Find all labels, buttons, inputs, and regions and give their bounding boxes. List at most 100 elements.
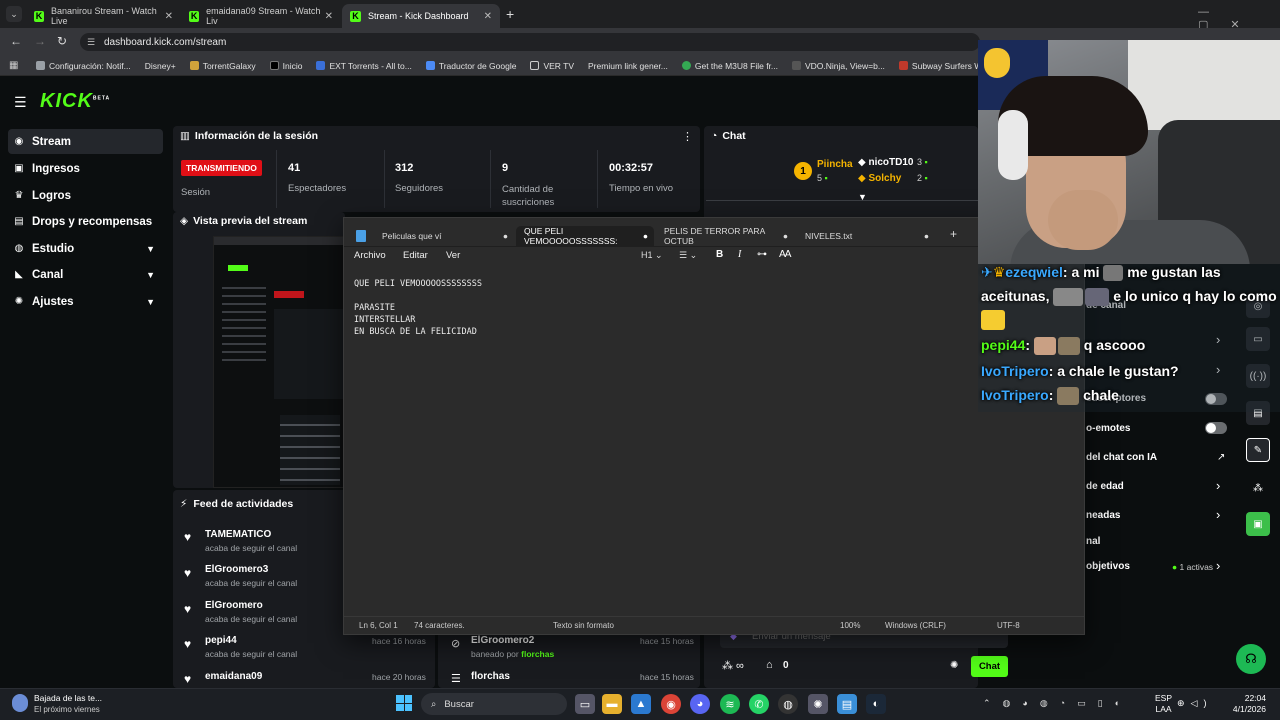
clock-time: 22:04 <box>1244 693 1266 703</box>
windows-start-icon[interactable] <box>396 695 412 711</box>
sidebar-item-ajustes[interactable]: ✺ Ajustes ▼ <box>8 289 163 314</box>
chevron-right-icon[interactable]: › <box>1216 478 1220 493</box>
infinity-icon[interactable]: ⁂ ∞ <box>722 659 744 672</box>
gift-icon: ▪ <box>924 157 928 167</box>
new-tab-icon[interactable]: + <box>950 227 957 241</box>
sidebar-item-stream[interactable]: ◉ Stream <box>8 129 163 154</box>
top-gifter-2[interactable]: ◆ nicoTD10 <box>858 157 913 168</box>
external-link-icon[interactable]: ↗ <box>1217 452 1225 463</box>
sidebar-item-ingresos[interactable]: ▣ Ingresos <box>8 156 163 181</box>
feed-user[interactable]: TAMEMATICO <box>205 529 271 540</box>
obs-icon[interactable]: ◍ <box>778 694 798 714</box>
kick-logo[interactable]: KICKBETA <box>40 90 110 113</box>
close-icon[interactable]: ✕ <box>165 11 173 22</box>
language-indicator[interactable]: ESP LAA <box>1155 693 1172 715</box>
notepad-tab-1[interactable]: Peliculas que ví ● <box>374 226 514 246</box>
new-tab-icon[interactable]: + <box>506 6 514 22</box>
mod-by-user[interactable]: florchas <box>521 649 554 659</box>
whatsapp-icon[interactable]: ✆ <box>749 694 769 714</box>
notepad-tab-3[interactable]: PELIS DE TERROR PARA OCTUB ● <box>656 226 794 246</box>
more-options-icon[interactable]: ⋮ <box>682 130 693 143</box>
clock[interactable]: 22:04 4/1/2026 <box>1218 693 1266 715</box>
chrome-icon[interactable]: ◉ <box>661 694 681 714</box>
bookmark-item[interactable]: Configuración: Notif... <box>36 61 131 71</box>
bookmark-item[interactable]: Get the M3U8 File fr... <box>681 61 778 71</box>
browser-tab-3[interactable]: K Stream - Kick Dashboard ✕ <box>342 4 500 28</box>
emotes-only-toggle[interactable] <box>1205 422 1227 434</box>
sidebar-item-canal[interactable]: ◣ Canal ▼ <box>8 262 163 287</box>
menu-archivo[interactable]: Archivo <box>354 250 386 261</box>
reload-icon[interactable]: ↻ <box>57 34 67 48</box>
notepad-tab-4[interactable]: NIVELES.txt ● <box>797 226 935 246</box>
settings-icon[interactable]: ✺ <box>808 694 828 714</box>
support-headset-icon[interactable]: ☊ <box>1236 644 1266 674</box>
feed-user[interactable]: emaidana09 <box>205 671 262 682</box>
tab-search-icon[interactable]: ⌄ <box>6 6 22 22</box>
sidebar-item-logros[interactable]: ♛ Logros <box>8 183 163 208</box>
clear-format-icon[interactable]: Ꜳ <box>779 249 792 260</box>
close-icon[interactable]: ✕ <box>484 11 492 22</box>
feed-user[interactable]: ElGroomero <box>205 600 263 611</box>
store-icon[interactable]: ⌂ <box>766 659 773 671</box>
mod-user[interactable]: ElGroomero2 <box>471 635 534 646</box>
bookmark-item[interactable]: Disney+ <box>145 61 176 71</box>
stream-preview-video[interactable] <box>213 236 346 488</box>
site-info-icon[interactable]: ☰ <box>87 37 95 48</box>
menu-editar[interactable]: Editar <box>403 250 428 261</box>
notepad-tab-2[interactable]: QUE PELI VEMOOOOOSSSSSSS: ● <box>516 226 654 246</box>
setting-label: o-emotes <box>1086 423 1131 434</box>
photos-icon[interactable]: ▲ <box>631 694 651 714</box>
steam-icon[interactable]: ◐ <box>866 694 886 714</box>
link-icon[interactable]: ⊶ <box>757 249 767 260</box>
menu-ver[interactable]: Ver <box>446 250 460 261</box>
bookmark-item[interactable]: Inicio <box>269 61 302 71</box>
zoom-level[interactable]: 100% <box>840 621 860 630</box>
url-field[interactable]: dashboard.kick.com/stream <box>80 33 980 51</box>
notification-title[interactable]: Bajada de las te... <box>34 693 102 703</box>
browser-tab-2[interactable]: Kemaidana09 Stream - Watch Liv ✕ <box>181 4 341 28</box>
taskbar-search[interactable]: ⌕ Buscar <box>421 693 567 715</box>
line-endings[interactable]: Windows (CRLF) <box>885 621 946 630</box>
browser-tab-1[interactable]: K Bananirou Stream - Watch Live ✕ <box>26 4 181 28</box>
sidebar-item-estudio[interactable]: ◍ Estudio ▼ <box>8 236 163 261</box>
hamburger-menu-icon[interactable]: ☰ <box>14 94 27 111</box>
network-volume-icons[interactable]: ⊕◁) <box>1177 698 1212 709</box>
bookmark-item[interactable]: EXT Torrents - All to... <box>316 61 412 71</box>
top-gifter-name[interactable]: Piincha <box>817 159 853 170</box>
bold-icon[interactable]: B <box>716 249 723 260</box>
top-gifter-3[interactable]: ◆ Solchy <box>858 173 901 184</box>
dots-icon-button[interactable]: ⁂ <box>1246 476 1270 500</box>
bookmark-item[interactable]: TorrentGalaxy <box>189 61 256 71</box>
spotify-icon[interactable]: ≋ <box>720 694 740 714</box>
chevron-right-icon[interactable]: › <box>1216 507 1220 522</box>
task-view-icon[interactable]: ▭ <box>575 694 595 714</box>
game-icon-button[interactable]: ▣ <box>1246 512 1270 536</box>
encoding[interactable]: UTF-8 <box>997 621 1020 630</box>
chat-settings-icon[interactable]: ✺ <box>950 660 958 671</box>
list-dropdown-icon[interactable]: ☰ ⌄ <box>679 250 697 261</box>
kick-favicon-icon: K <box>189 10 200 22</box>
notepad-taskbar-icon[interactable]: ▤ <box>837 694 857 714</box>
back-icon[interactable]: ← <box>10 34 22 48</box>
chat-send-button[interactable]: Chat <box>971 656 1008 677</box>
bookmark-folder[interactable]: VER TV <box>530 61 574 71</box>
discord-icon[interactable]: ◕ <box>690 694 710 714</box>
notepad-text-area[interactable]: QUE PELI VEMOOOOOSSSSSSSS PARASITE INTER… <box>354 278 482 338</box>
feed-user[interactable]: ElGroomero3 <box>205 564 268 575</box>
chevron-right-icon[interactable]: › <box>1216 558 1220 573</box>
bookmark-item[interactable]: Traductor de Google <box>425 61 516 71</box>
overlay-chat-line: pepi44: q ascooo <box>981 337 1145 356</box>
close-icon[interactable]: ✕ <box>325 11 333 22</box>
file-explorer-icon[interactable]: ▬ <box>602 694 622 714</box>
heading-dropdown[interactable]: H1 ⌄ <box>641 250 663 261</box>
italic-icon[interactable]: I <box>738 249 741 260</box>
wrench-icon-button[interactable]: ✎ <box>1246 438 1270 462</box>
tray-icons[interactable]: ⌃◍◕◍◔▭▯◐ <box>983 698 1132 709</box>
mod-user[interactable]: florchas <box>471 671 510 682</box>
forward-icon[interactable]: → <box>34 34 46 48</box>
bookmark-item[interactable]: Premium link gener... <box>588 61 668 71</box>
apps-grid-icon[interactable]: ▦ <box>9 60 18 71</box>
sidebar-item-drops[interactable]: ▤ Drops y recompensas <box>8 209 163 234</box>
feed-user[interactable]: pepi44 <box>205 635 237 646</box>
bookmark-item[interactable]: VDO.Ninja, View=b... <box>792 61 885 71</box>
